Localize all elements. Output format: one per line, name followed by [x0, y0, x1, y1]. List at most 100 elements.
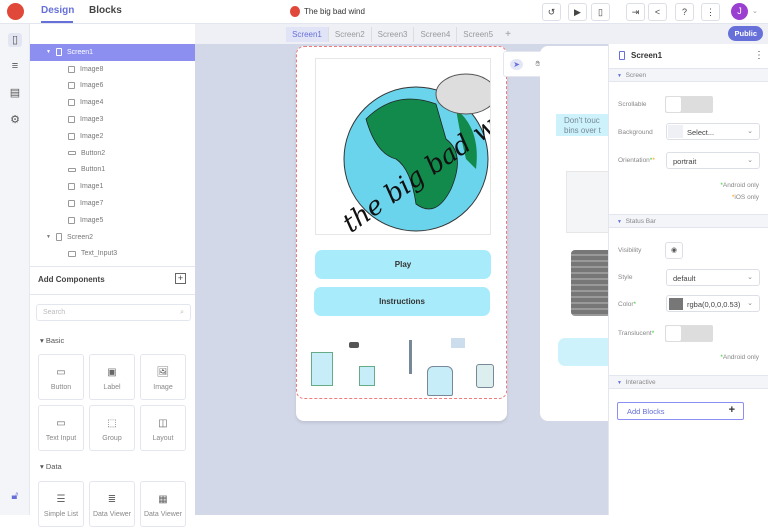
database-icon[interactable]: ≡	[8, 60, 22, 74]
tree-item[interactable]: Image2	[30, 128, 195, 145]
cup-image[interactable]	[359, 366, 375, 386]
wind-image[interactable]	[566, 171, 610, 233]
bag-image[interactable]	[427, 366, 453, 396]
component-card[interactable]: ☰ Simple List	[38, 481, 84, 527]
tree-item[interactable]: Image7	[30, 195, 195, 212]
app-logo[interactable]	[7, 3, 24, 20]
tree-label: Button1	[81, 166, 106, 174]
more-icon[interactable]: ⋮	[701, 3, 720, 21]
data-section-label[interactable]: ▾ Data	[40, 462, 62, 471]
avatar[interactable]: J	[731, 3, 748, 20]
share-icon[interactable]: <	[648, 3, 667, 21]
cap-image[interactable]	[349, 342, 359, 348]
tab-screen5[interactable]: Screen5	[457, 27, 499, 42]
tree-item[interactable]: Image8	[30, 61, 195, 78]
more-icon[interactable]: ⋮	[754, 50, 764, 61]
settings-icon[interactable]: ⚙	[8, 113, 22, 127]
tab-design[interactable]: Design	[41, 5, 74, 16]
translucent-toggle[interactable]	[665, 325, 713, 342]
document-icon[interactable]: ▤	[8, 86, 22, 100]
image-icon	[68, 82, 75, 90]
help-icon[interactable]: ?	[675, 3, 694, 21]
tree-item-screen1[interactable]: ▼ Screen1	[30, 44, 195, 61]
tree-label: Image3	[80, 116, 104, 124]
orientation-select[interactable]: portrait ⌄	[666, 152, 760, 169]
tab-screen1[interactable]: Screen1	[286, 26, 329, 42]
select-tool-icon[interactable]: ➤	[510, 58, 523, 70]
component-tree: ▼ Screen1 Image8 Image6 Image4 Image3 Image2 B…	[30, 44, 195, 266]
component-card[interactable]: ▭ Button	[38, 354, 84, 400]
phone-screen2[interactable]: Don't touc bins over t	[540, 46, 610, 421]
tab-blocks[interactable]: Blocks	[89, 5, 122, 16]
component-label: Group	[102, 435, 122, 442]
tab-screen3[interactable]: Screen3	[372, 26, 415, 42]
warning-label[interactable]: Don't touc bins over t	[556, 114, 610, 136]
orientation-label: Orientation**	[618, 157, 655, 164]
tree-item[interactable]: Image6	[30, 78, 195, 95]
add-blocks-button[interactable]: Add Blocks +	[617, 402, 744, 420]
component-card[interactable]: 🖼︎ Image	[140, 354, 186, 400]
add-screen-button[interactable]: +	[499, 26, 517, 43]
lock-icon[interactable]: 🔓︎	[8, 490, 22, 504]
tab-screen2[interactable]: Screen2	[329, 26, 372, 42]
component-card[interactable]: ⬚ Group	[89, 405, 135, 451]
component-icon: ≣	[107, 494, 117, 505]
tree-item-screen2[interactable]: ▼ Screen2	[30, 229, 195, 246]
section-status-bar[interactable]: ▼ Status Bar	[609, 214, 768, 228]
component-label: Layout	[152, 435, 174, 442]
can-image[interactable]	[476, 364, 494, 388]
preview-icon[interactable]: ▶	[568, 3, 587, 21]
ios-only-note: *iOS only	[731, 194, 759, 201]
component-icon: 🖼︎	[156, 367, 170, 378]
tree-label: Text_Input3	[81, 250, 118, 258]
plus-icon: +	[728, 404, 735, 416]
paper-image[interactable]	[451, 338, 465, 348]
tree-item[interactable]: Image4	[30, 94, 195, 111]
phone-icon	[619, 51, 625, 60]
milk-carton-image[interactable]	[311, 352, 333, 386]
fork-image[interactable]	[409, 340, 412, 374]
component-label: Label	[103, 384, 121, 391]
tree-item[interactable]: Button2	[30, 145, 195, 162]
export-icon[interactable]: ⇥	[626, 3, 645, 21]
tree-item[interactable]: Image3	[30, 111, 195, 128]
section-screen[interactable]: ▼ Screen	[609, 68, 768, 82]
image-icon	[68, 132, 75, 140]
scrollable-toggle[interactable]	[665, 96, 713, 113]
color-select[interactable]: rgba(0,0,0,0.53) ⌄	[666, 295, 760, 312]
play-button[interactable]: Play	[315, 250, 491, 279]
component-card[interactable]: ◫ Layout	[140, 405, 186, 451]
basic-section-label[interactable]: ▾ Basic	[40, 336, 64, 345]
section-interactive[interactable]: ▼ Interactive	[609, 375, 768, 389]
logo-image[interactable]: the big bad wind	[315, 58, 491, 235]
add-blocks-label: Add Blocks	[627, 407, 665, 416]
style-select[interactable]: default ⌄	[666, 269, 760, 286]
tree-label: Image6	[80, 82, 104, 90]
properties-title: Screen1	[631, 51, 663, 60]
component-card[interactable]: ≣ Data Viewer	[89, 481, 135, 527]
search-input[interactable]: Search ⌕	[36, 304, 191, 321]
add-component-icon[interactable]: +	[175, 273, 186, 284]
tree-item[interactable]: Image1	[30, 178, 195, 195]
tree-item-text-input3[interactable]: Text_Input3	[30, 246, 195, 263]
screens-icon[interactable]: ▯	[8, 33, 22, 47]
component-card[interactable]: ▦ Data Viewer	[140, 481, 186, 527]
device-icon[interactable]: ▯	[591, 3, 610, 21]
tree-label: Image1	[80, 183, 104, 191]
background-select[interactable]: Select... ⌄	[666, 123, 760, 140]
component-card[interactable]: ▣ Label	[89, 354, 135, 400]
search-placeholder: Search	[43, 309, 66, 316]
instructions-button[interactable]: Instructions	[314, 287, 490, 316]
eye-icon[interactable]: ◉	[665, 242, 683, 259]
tree-item[interactable]: Button1	[30, 162, 195, 179]
phone-screen1[interactable]: the big bad wind Play Instructions	[296, 46, 507, 421]
public-button[interactable]: Public	[728, 26, 763, 41]
component-card[interactable]: ▭ Text Input	[38, 405, 84, 451]
tab-screen4[interactable]: Screen4	[414, 26, 458, 42]
tree-item[interactable]: Image5	[30, 212, 195, 229]
screen2-button[interactable]	[558, 338, 610, 366]
history-icon[interactable]: ↺	[542, 3, 561, 21]
tree-label: Screen2	[66, 233, 94, 241]
bin-image[interactable]	[571, 250, 610, 316]
chevron-down-icon[interactable]: ⌄	[752, 7, 758, 15]
